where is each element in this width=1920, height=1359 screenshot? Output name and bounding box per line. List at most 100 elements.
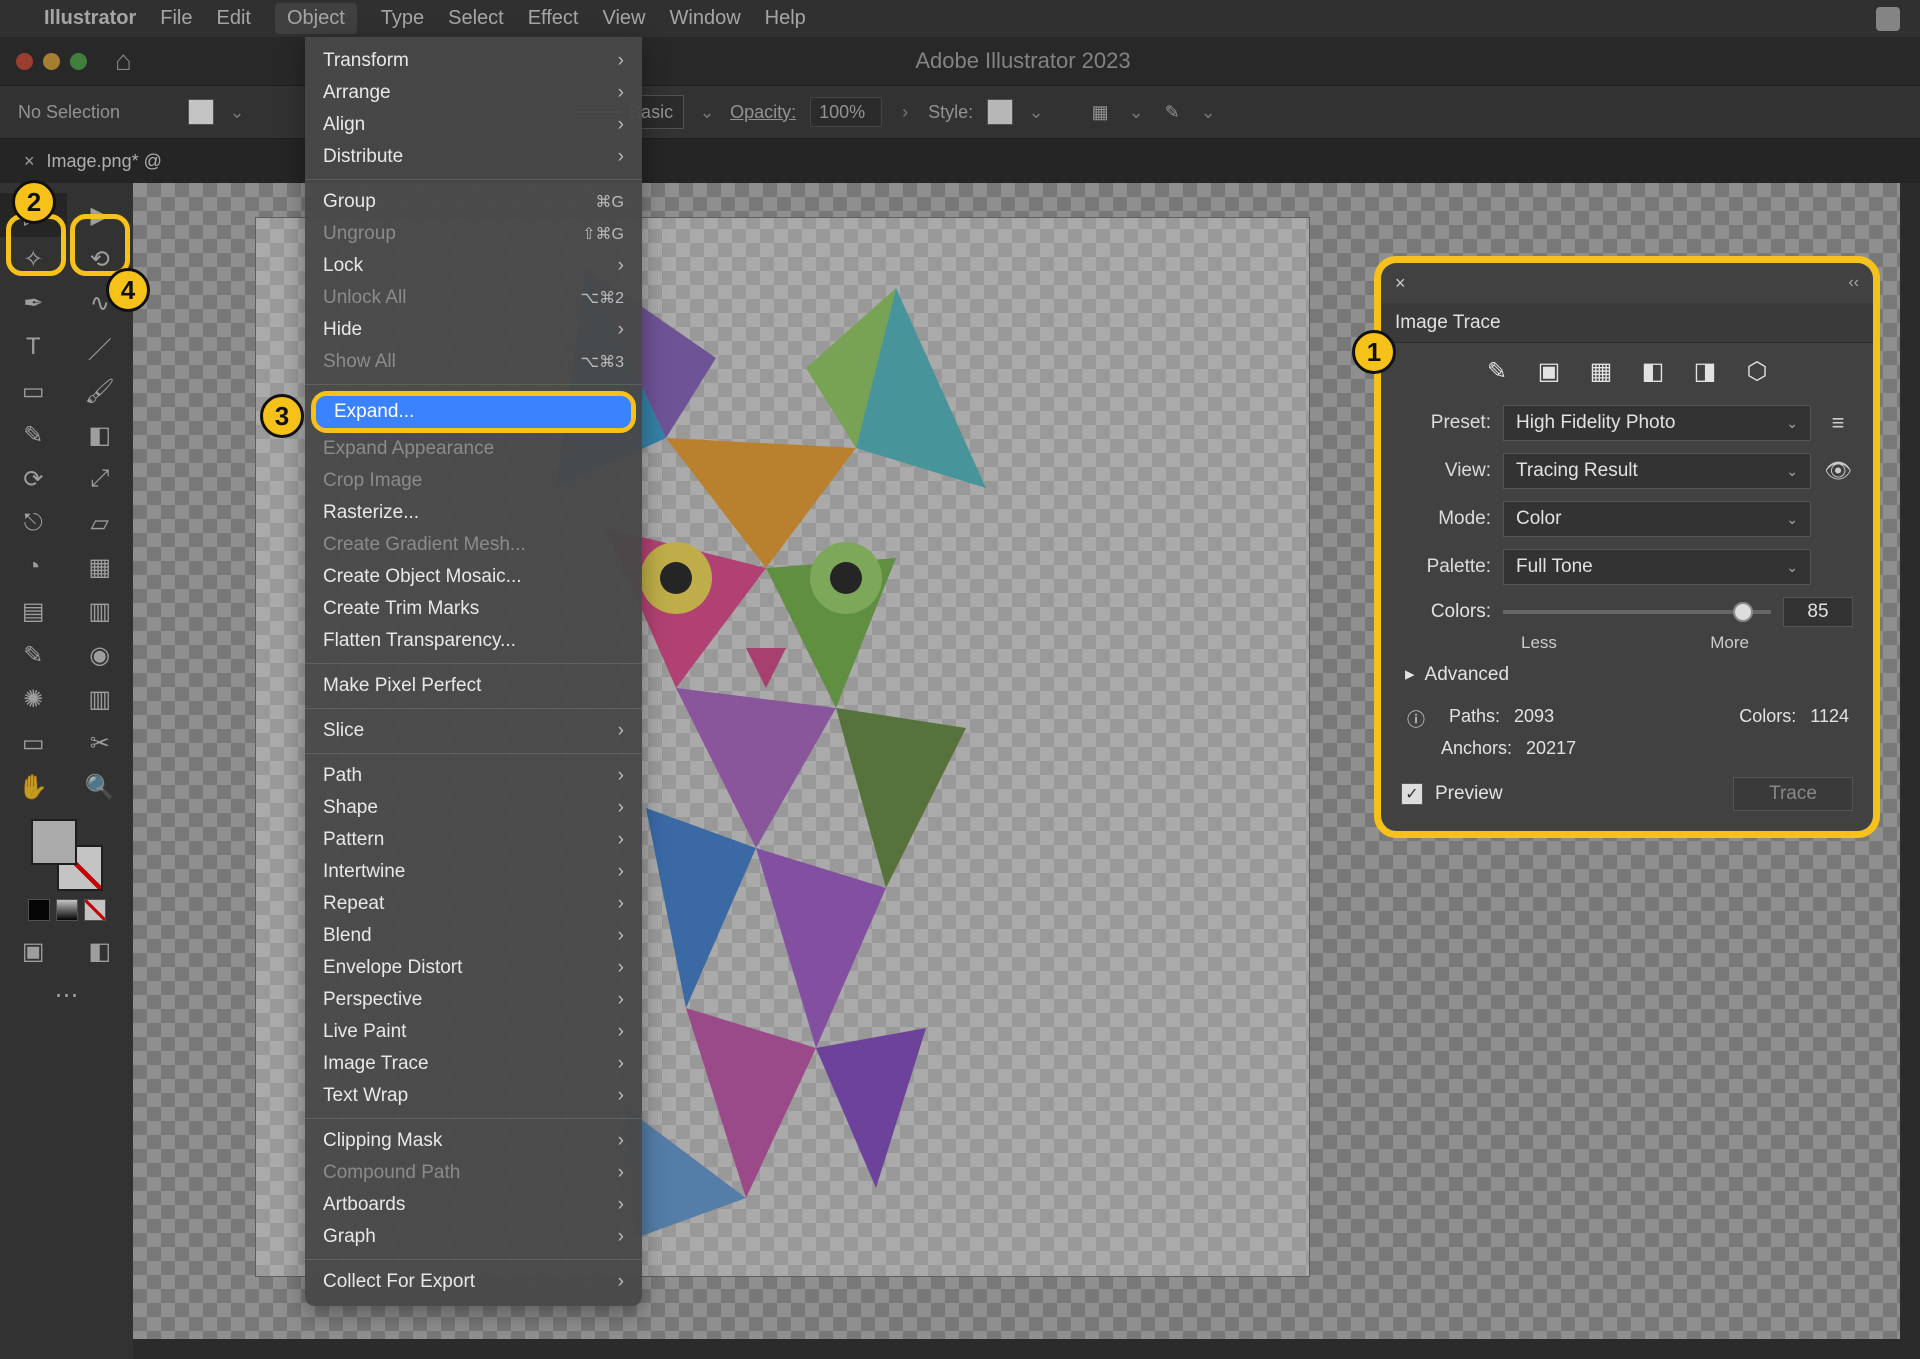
shape-builder-tool[interactable]: ◔ xyxy=(0,545,67,589)
menu-item-transform[interactable]: Transform› xyxy=(305,45,642,77)
style-swatch[interactable] xyxy=(987,99,1013,125)
menu-item-path[interactable]: Path› xyxy=(305,760,642,792)
edit-toolbar-icon[interactable]: ⋯ xyxy=(0,973,133,1017)
advanced-toggle[interactable]: ▸ Advanced xyxy=(1381,653,1873,696)
menu-item-flatten-transparency[interactable]: Flatten Transparency... xyxy=(305,625,642,657)
menu-item-clipping-mask[interactable]: Clipping Mask› xyxy=(305,1125,642,1157)
column-graph-tool[interactable]: ▥ xyxy=(67,677,134,721)
trace-button[interactable]: Trace xyxy=(1733,777,1853,811)
menu-item-align[interactable]: Align› xyxy=(305,109,642,141)
rectangle-tool[interactable]: ▭ xyxy=(0,369,67,413)
menu-item-slice[interactable]: Slice› xyxy=(305,715,642,747)
blend-tool[interactable]: ◉ xyxy=(67,633,134,677)
preset-outline-icon[interactable]: ⬡ xyxy=(1742,357,1772,386)
view-eye-icon[interactable]: 👁 xyxy=(1823,458,1853,484)
menu-item-repeat[interactable]: Repeat› xyxy=(305,888,642,920)
close-tab-icon[interactable]: × xyxy=(24,151,35,172)
menu-item-envelope-distort[interactable]: Envelope Distort› xyxy=(305,952,642,984)
fill-swatch[interactable] xyxy=(188,99,214,125)
rotate-tool[interactable]: ⟳ xyxy=(0,457,67,501)
fill-stroke-indicator[interactable] xyxy=(31,819,103,891)
menu-item-distribute[interactable]: Distribute› xyxy=(305,141,642,173)
opacity-label[interactable]: Opacity: xyxy=(730,102,796,123)
preview-checkbox[interactable]: ✓ xyxy=(1401,783,1423,805)
menu-help[interactable]: Help xyxy=(765,7,806,30)
menu-file[interactable]: File xyxy=(160,7,192,30)
preset-menu-icon[interactable]: ≡ xyxy=(1823,410,1853,436)
gradient-tool[interactable]: ▥ xyxy=(67,589,134,633)
menu-window[interactable]: Window xyxy=(670,7,741,30)
screen-mode-icon[interactable]: ▣ xyxy=(0,929,67,973)
eyedropper-tool[interactable]: ✎ xyxy=(0,633,67,677)
menu-select[interactable]: Select xyxy=(448,7,504,30)
line-tool[interactable]: ／ xyxy=(67,325,134,369)
preset-grayscale-icon[interactable]: ◧ xyxy=(1638,357,1668,386)
gradient-mode-icon[interactable] xyxy=(56,899,78,921)
colors-slider[interactable] xyxy=(1503,610,1771,614)
menu-item-intertwine[interactable]: Intertwine› xyxy=(305,856,642,888)
stroke-dropdown-icon[interactable]: ⌄ xyxy=(698,103,716,121)
menu-item-hide[interactable]: Hide› xyxy=(305,314,642,346)
menu-item-blend[interactable]: Blend› xyxy=(305,920,642,952)
menu-item-text-wrap[interactable]: Text Wrap› xyxy=(305,1080,642,1112)
perspective-tool[interactable]: ▦ xyxy=(67,545,134,589)
style-dropdown-icon[interactable]: ⌄ xyxy=(1027,103,1045,121)
type-tool[interactable]: T xyxy=(0,325,67,369)
menu-item-create-trim-marks[interactable]: Create Trim Marks xyxy=(305,593,642,625)
pen-tool[interactable]: ✒ xyxy=(0,281,67,325)
width-tool[interactable]: ⎋ xyxy=(0,501,67,545)
document-tab[interactable]: Image.png* @ xyxy=(47,151,162,172)
preset-auto-icon[interactable]: ✎ xyxy=(1482,357,1512,386)
artboard-tool[interactable]: ▭ xyxy=(0,721,67,765)
paintbrush-tool[interactable]: 🖌 xyxy=(67,369,134,413)
menu-item-image-trace[interactable]: Image Trace› xyxy=(305,1048,642,1080)
menu-effect[interactable]: Effect xyxy=(528,7,579,30)
app-name[interactable]: Illustrator xyxy=(44,7,136,30)
preset-lowcolor-icon[interactable]: ▦ xyxy=(1586,357,1616,386)
mode-select[interactable]: Color⌄ xyxy=(1503,501,1811,537)
menu-item-pattern[interactable]: Pattern› xyxy=(305,824,642,856)
menu-item-shape[interactable]: Shape› xyxy=(305,792,642,824)
colors-value[interactable]: 85 xyxy=(1783,597,1853,627)
close-window-icon[interactable] xyxy=(16,53,33,70)
menu-item-perspective[interactable]: Perspective› xyxy=(305,984,642,1016)
panel-tab[interactable]: Image Trace xyxy=(1381,303,1873,343)
preset-bw-icon[interactable]: ◨ xyxy=(1690,357,1720,386)
menu-item-collect-for-export[interactable]: Collect For Export› xyxy=(305,1266,642,1298)
menu-item-group[interactable]: Group⌘G xyxy=(305,186,642,218)
color-mode-icon[interactable] xyxy=(28,899,50,921)
hand-tool[interactable]: ✋ xyxy=(0,765,67,809)
zoom-window-icon[interactable] xyxy=(70,53,87,70)
slice-tool[interactable]: ✂ xyxy=(67,721,134,765)
scale-tool[interactable]: ⤢ xyxy=(67,457,134,501)
menu-type[interactable]: Type xyxy=(381,7,424,30)
menu-item-expand[interactable]: Expand... xyxy=(316,396,631,428)
horizontal-scrollbar[interactable] xyxy=(133,1339,1900,1359)
menu-item-artboards[interactable]: Artboards› xyxy=(305,1189,642,1221)
minimize-window-icon[interactable] xyxy=(43,53,60,70)
menu-item-make-pixel-perfect[interactable]: Make Pixel Perfect xyxy=(305,670,642,702)
menu-item-rasterize[interactable]: Rasterize... xyxy=(305,497,642,529)
zoom-tool[interactable]: 🔍 xyxy=(67,765,134,809)
menu-view[interactable]: View xyxy=(603,7,646,30)
menu-edit[interactable]: Edit xyxy=(216,7,250,30)
none-mode-icon[interactable] xyxy=(84,899,106,921)
menu-item-graph[interactable]: Graph› xyxy=(305,1221,642,1253)
opacity-dropdown-icon[interactable]: › xyxy=(896,103,914,121)
menu-object[interactable]: Object xyxy=(275,3,357,34)
vertical-scrollbar[interactable] xyxy=(1900,183,1920,1359)
mesh-tool[interactable]: ▤ xyxy=(0,589,67,633)
transform-dd[interactable]: ⌄ xyxy=(1199,103,1217,121)
symbol-sprayer-tool[interactable]: ✺ xyxy=(0,677,67,721)
fill-dropdown-icon[interactable]: ⌄ xyxy=(228,103,246,121)
menu-item-create-object-mosaic[interactable]: Create Object Mosaic... xyxy=(305,561,642,593)
preset-select[interactable]: High Fidelity Photo⌄ xyxy=(1503,405,1811,441)
opacity-input[interactable]: 100% xyxy=(810,97,882,127)
menu-item-arrange[interactable]: Arrange› xyxy=(305,77,642,109)
draw-mode-icon[interactable]: ◧ xyxy=(67,929,134,973)
menubar-right-icon[interactable] xyxy=(1876,7,1900,31)
transform-icon[interactable]: ✎ xyxy=(1159,99,1185,125)
menu-item-live-paint[interactable]: Live Paint› xyxy=(305,1016,642,1048)
home-icon[interactable]: ⌂ xyxy=(115,45,132,77)
panel-close-icon[interactable]: × xyxy=(1395,273,1406,294)
